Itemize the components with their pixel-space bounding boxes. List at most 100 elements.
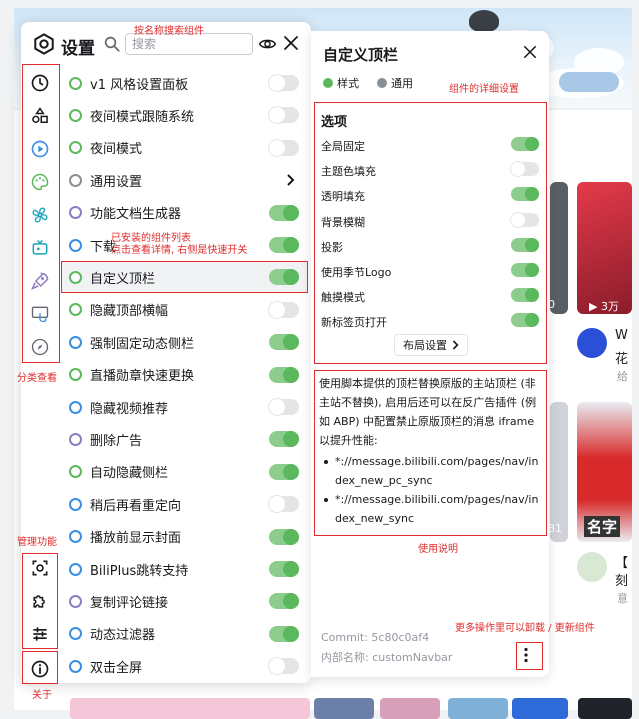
chevron-right-icon (287, 174, 295, 186)
video-card-thumb[interactable] (448, 698, 508, 719)
component-row[interactable]: 夜间模式 (61, 132, 307, 164)
app-logo-icon (34, 33, 54, 55)
quick-toggle[interactable] (269, 301, 299, 318)
toggle-knob (283, 237, 299, 253)
component-row[interactable]: 隐藏顶部横幅 (61, 294, 307, 326)
video-title: 【 (615, 556, 629, 571)
search-icon[interactable] (103, 35, 121, 53)
category-dot (69, 627, 82, 641)
video-card-thumb[interactable] (550, 402, 568, 542)
component-row[interactable]: 隐藏视频推荐 (61, 391, 307, 423)
toggle-knob (283, 528, 299, 545)
component-label: 直播勋章快速更换 (90, 369, 195, 385)
toggle-knob (283, 593, 299, 610)
tag-dot (323, 78, 333, 88)
component-label: 通用设置 (90, 174, 143, 190)
annotation-manage: 管理功能 (17, 537, 57, 548)
annotation-category-box (22, 64, 60, 363)
component-row[interactable]: 删除广告 (61, 423, 307, 455)
tag-label: 样式 (337, 77, 359, 90)
component-row[interactable]: 播放前显示封面 (61, 521, 307, 553)
video-card-thumb[interactable] (577, 182, 632, 314)
component-row[interactable]: 双击全屏 (61, 650, 307, 682)
component-label: 复制评论链接 (90, 595, 169, 611)
component-row[interactable]: 夜间模式跟随系统 (61, 99, 307, 131)
component-label: 夜间模式跟随系统 (90, 109, 195, 125)
quick-toggle[interactable] (269, 528, 299, 545)
quick-toggle[interactable] (269, 561, 299, 577)
video-card-thumb[interactable] (314, 698, 374, 719)
close-icon[interactable] (282, 34, 300, 52)
video-title: 花 (615, 352, 629, 367)
component-label: 动态过滤器 (90, 628, 156, 644)
close-icon[interactable] (523, 45, 537, 59)
commit-hash: Commit: 5c80c0af4 (321, 631, 430, 644)
video-card-thumb[interactable] (578, 698, 632, 719)
video-card-thumb[interactable] (550, 182, 568, 314)
annotation-list-hint: 点击查看详情, 右侧是快速开关 (111, 245, 248, 256)
component-label: 自动隐藏侧栏 (90, 466, 169, 482)
quick-toggle[interactable] (269, 366, 299, 383)
toggle-knob (283, 366, 299, 383)
avatar[interactable] (577, 552, 607, 582)
video-card-thumb[interactable] (512, 698, 568, 719)
toggle-knob (269, 399, 285, 415)
component-row[interactable]: v1 风格设置面板 (61, 67, 307, 99)
component-row[interactable]: 功能文档生成器 (61, 197, 307, 229)
video-card-thumb[interactable] (70, 698, 310, 719)
quick-toggle[interactable] (269, 496, 299, 513)
component-row[interactable]: 通用设置 (61, 164, 307, 196)
quick-toggle[interactable] (269, 658, 299, 675)
annotation-list: 已安装的组件列表 (111, 233, 191, 244)
avatar[interactable] (577, 328, 607, 358)
category-dot (69, 303, 82, 317)
quick-toggle[interactable] (269, 431, 299, 448)
annotation-description-box (314, 370, 547, 536)
annotation-about: 关于 (32, 690, 52, 701)
quick-toggle[interactable] (269, 237, 299, 253)
component-label: 双击全屏 (90, 660, 143, 676)
quick-toggle[interactable] (269, 204, 299, 221)
video-views: ▶ 3万 (589, 300, 619, 313)
thumb-caption: 名字 (584, 516, 621, 537)
component-row[interactable]: 直播勋章快速更换 (61, 359, 307, 391)
toggle-knob (269, 139, 285, 156)
annotation-about-box (22, 651, 58, 684)
annotation-options-box (314, 102, 547, 364)
component-row[interactable]: BiliPlus跳转支持 (61, 553, 307, 585)
quick-toggle[interactable] (269, 334, 299, 351)
video-card-thumb[interactable] (380, 698, 440, 719)
tag-style[interactable]: 样式 (323, 75, 359, 91)
component-row[interactable]: 动态过滤器 (61, 618, 307, 650)
quick-toggle[interactable] (269, 593, 299, 610)
tag-dot (377, 78, 387, 88)
component-label: 隐藏视频推荐 (90, 401, 169, 417)
category-dot (69, 465, 82, 479)
category-dot (69, 141, 82, 155)
annotation-more-box (516, 642, 543, 670)
quick-toggle[interactable] (269, 75, 299, 91)
quick-toggle[interactable] (269, 139, 299, 156)
toggle-knob (269, 658, 285, 675)
component-row[interactable]: 自动隐藏侧栏 (61, 456, 307, 488)
category-dot (69, 432, 82, 446)
annotation-manage-box (22, 553, 58, 649)
tag-general[interactable]: 通用 (377, 75, 413, 91)
quick-toggle[interactable] (269, 107, 299, 124)
video-views-count: 3万 (600, 300, 619, 313)
component-label: v1 风格设置面板 (90, 77, 189, 93)
quick-toggle[interactable] (269, 463, 299, 480)
quick-toggle[interactable] (269, 399, 299, 415)
component-row[interactable]: 强制固定动态侧栏 (61, 326, 307, 358)
category-dot (69, 76, 82, 90)
category-dot (69, 238, 82, 252)
quick-toggle[interactable] (269, 625, 299, 642)
toggle-knob (283, 204, 299, 221)
video-title: 刻 (615, 574, 629, 589)
toggle-knob (269, 107, 285, 124)
category-dot (69, 335, 82, 349)
component-row[interactable]: 稍后再看重定向 (61, 488, 307, 520)
eye-icon[interactable] (258, 35, 277, 53)
component-row[interactable]: 复制评论链接 (61, 585, 307, 617)
component-label: BiliPlus跳转支持 (90, 563, 189, 579)
